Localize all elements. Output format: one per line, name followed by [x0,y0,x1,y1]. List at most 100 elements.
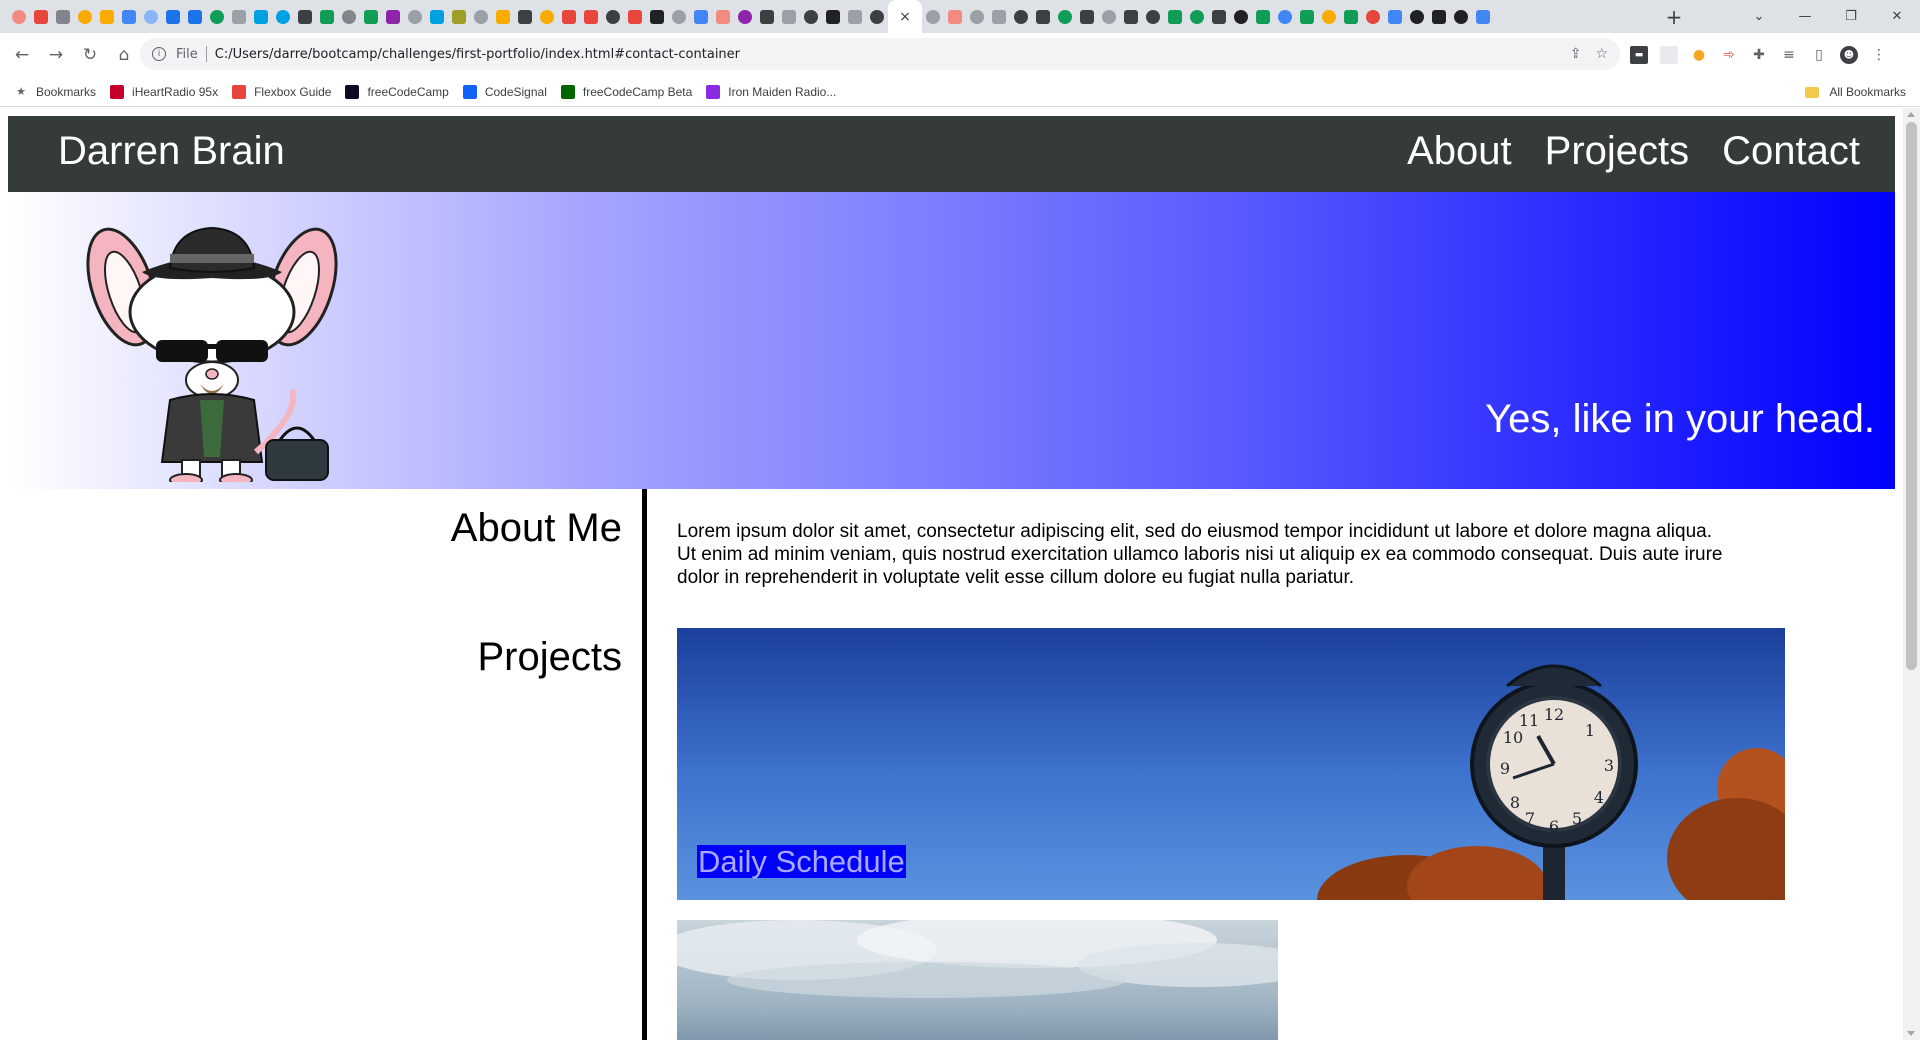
tab-favicon[interactable] [1164,0,1186,33]
back-button[interactable]: ← [6,39,38,71]
site-info-icon[interactable]: i [152,47,166,61]
reload-button[interactable]: ↻ [74,39,106,71]
tab-favicon[interactable] [690,0,712,33]
tab-favicon[interactable] [1406,0,1428,33]
tab-favicon[interactable] [646,0,668,33]
extension-red-icon[interactable]: ➾ [1720,46,1738,64]
tab-favicon[interactable] [944,0,966,33]
tab-favicon[interactable] [822,0,844,33]
tab-favicon[interactable] [1076,0,1098,33]
scroll-thumb[interactable] [1906,122,1917,670]
address-bar[interactable]: i File C:/Users/darre/bootcamp/challenge… [140,38,1620,70]
project-label[interactable]: Daily Schedule [697,845,906,878]
tab-favicon[interactable] [1208,0,1230,33]
bookmark-item[interactable]: ★ Bookmarks [14,85,96,99]
tab-favicon[interactable] [1054,0,1076,33]
tab-favicon[interactable] [866,0,888,33]
reading-list-icon[interactable]: ≡ [1780,46,1798,64]
active-tab-close-button[interactable]: × [888,0,922,33]
tab-favicon[interactable] [1384,0,1406,33]
forward-button[interactable]: → [40,39,72,71]
tab-favicon[interactable] [294,0,316,33]
bookmark-item[interactable]: freeCodeCamp Beta [560,84,692,99]
extension-orange-icon[interactable]: ● [1690,46,1708,64]
bookmark-item[interactable]: CodeSignal [462,84,547,99]
scroll-up-arrow-icon[interactable] [1907,112,1915,117]
tab-favicon[interactable] [184,0,206,33]
minimize-button[interactable]: — [1782,0,1828,33]
project-card-daily-schedule[interactable]: 12 1 3 4 5 6 7 8 9 10 11 Daily Schedule [677,628,1785,900]
tab-favicon[interactable] [30,0,52,33]
tab-search-icon[interactable]: ⌄ [1736,0,1782,33]
maximize-button[interactable]: ❐ [1828,0,1874,33]
tab-favicon[interactable] [1450,0,1472,33]
tab-favicon[interactable] [922,0,944,33]
tab-favicon[interactable] [756,0,778,33]
tab-favicon[interactable] [1120,0,1142,33]
bookmark-star-icon[interactable]: ☆ [1595,46,1608,62]
tab-favicon[interactable] [338,0,360,33]
tab-favicon[interactable] [514,0,536,33]
extensions-puzzle-icon[interactable]: ✚ [1750,46,1768,64]
bookmark-item[interactable]: Iron Maiden Radio... [706,84,836,99]
all-bookmarks-button[interactable]: All Bookmarks [1805,77,1906,107]
tab-favicon[interactable] [988,0,1010,33]
tab-favicon[interactable] [778,0,800,33]
tab-favicon[interactable] [74,0,96,33]
bookmark-item[interactable]: Flexbox Guide [232,84,331,99]
tab-favicon[interactable] [536,0,558,33]
tab-favicon[interactable] [1032,0,1054,33]
tab-favicon[interactable] [1010,0,1032,33]
tab-favicon[interactable] [404,0,426,33]
tab-favicon[interactable] [118,0,140,33]
new-tab-button[interactable]: + [1662,0,1686,33]
profile-avatar-icon[interactable]: ☻ [1840,46,1858,64]
tab-favicon[interactable] [800,0,822,33]
scroll-down-arrow-icon[interactable] [1907,1031,1915,1036]
tab-favicon[interactable] [1362,0,1384,33]
tab-favicon[interactable] [448,0,470,33]
bookmark-item[interactable]: freeCodeCamp [345,84,449,99]
tab-favicon[interactable] [140,0,162,33]
tab-favicon[interactable] [228,0,250,33]
tab-favicon[interactable] [1428,0,1450,33]
tab-favicon[interactable] [52,0,74,33]
extension-grey-icon[interactable] [1660,46,1678,64]
nav-link-projects[interactable]: Projects [1545,129,1690,174]
tab-favicon[interactable] [382,0,404,33]
tab-favicon[interactable] [316,0,338,33]
tab-favicon[interactable] [426,0,448,33]
tab-favicon[interactable] [1296,0,1318,33]
tab-favicon[interactable] [668,0,690,33]
share-icon[interactable]: ⇪ [1570,46,1582,62]
nav-link-about[interactable]: About [1407,129,1512,174]
tab-favicon[interactable] [360,0,382,33]
page-scrollbar[interactable] [1903,108,1920,1040]
tab-favicon[interactable] [1318,0,1340,33]
side-panel-icon[interactable]: ▯ [1810,46,1828,64]
tab-favicon[interactable] [1340,0,1362,33]
tab-favicon[interactable] [624,0,646,33]
menu-kebab-icon[interactable]: ⋮ [1870,46,1888,64]
tab-favicon[interactable] [272,0,294,33]
tab-favicon[interactable] [712,0,734,33]
tab-favicon[interactable] [206,0,228,33]
tab-favicon[interactable] [580,0,602,33]
home-button[interactable]: ⌂ [108,39,140,71]
tab-favicon[interactable] [734,0,756,33]
project-card-2[interactable] [677,920,1278,1040]
tab-favicon[interactable] [8,0,30,33]
url-text[interactable]: C:/Users/darre/bootcamp/challenges/first… [215,47,740,62]
tab-favicon[interactable] [250,0,272,33]
tab-favicon[interactable] [470,0,492,33]
tab-favicon[interactable] [844,0,866,33]
tab-favicon[interactable] [492,0,514,33]
tab-favicon[interactable] [1142,0,1164,33]
site-title[interactable]: Darren Brain [58,129,285,174]
tab-favicon[interactable] [1252,0,1274,33]
tab-favicon[interactable] [1472,0,1494,33]
tab-favicon-row[interactable]: × [0,0,1494,33]
tab-favicon[interactable] [1098,0,1120,33]
tab-favicon[interactable] [96,0,118,33]
nav-link-contact[interactable]: Contact [1722,129,1860,174]
